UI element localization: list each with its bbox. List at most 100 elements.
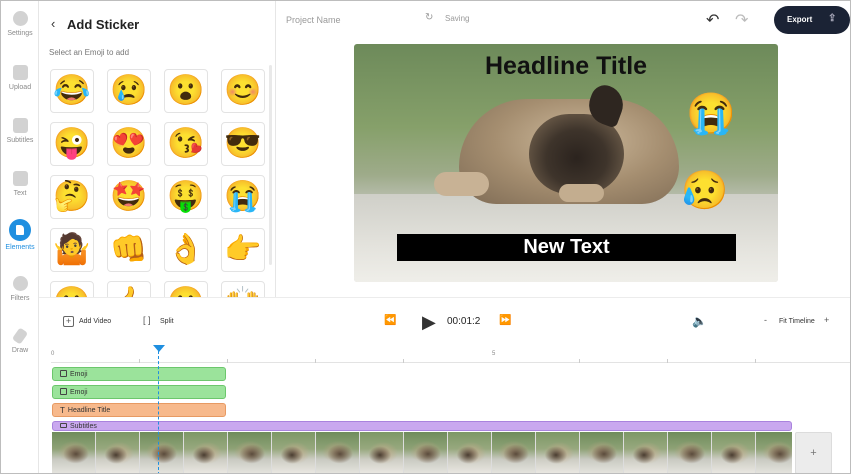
settings-icon — [12, 11, 28, 26]
video-frame-thumbnail — [492, 432, 536, 473]
panel-title: Add Sticker — [67, 17, 140, 32]
sidebar-item-upload[interactable]: Upload — [1, 65, 39, 91]
video-frame-thumbnail — [712, 432, 756, 473]
volume-icon[interactable]: 🔈 — [692, 314, 707, 328]
emoji-option[interactable]: 😜 — [50, 122, 94, 166]
ruler-tick — [139, 359, 140, 363]
add-clip-button[interactable]: + — [795, 432, 832, 473]
filters-icon — [12, 276, 28, 291]
sticker-panel: ‹ Add Sticker Select an Emoji to add 😂 😢 😮… — [39, 1, 276, 297]
zoom-in-button[interactable]: + — [824, 315, 829, 325]
elements-icon — [9, 219, 31, 241]
caption-text[interactable]: New Text — [397, 234, 736, 261]
editor-window: Settings Upload Subtitles Text Elements … — [0, 0, 851, 474]
video-track[interactable] — [52, 432, 792, 473]
emoji-option[interactable]: 😀 — [50, 281, 94, 297]
split-button[interactable]: Split — [160, 318, 174, 325]
current-time: 00:01:2 — [447, 316, 481, 327]
video-frame-thumbnail — [624, 432, 668, 473]
sidebar-item-label: Settings — [7, 30, 33, 37]
sidebar-item-elements[interactable]: Elements — [1, 219, 39, 251]
emoji-option[interactable]: 😭 — [221, 175, 265, 219]
video-frame-thumbnail — [184, 432, 228, 473]
sidebar-item-label: Filters — [10, 295, 30, 302]
track-subtitles[interactable]: Subtitles — [52, 421, 792, 431]
video-frame-thumbnail — [668, 432, 712, 473]
sidebar-item-label: Upload — [8, 84, 32, 91]
emoji-option[interactable]: 😢 — [107, 69, 151, 113]
emoji-option[interactable]: 😍 — [107, 122, 151, 166]
emoji-option[interactable]: 👊 — [107, 228, 151, 272]
ruler-tick — [315, 359, 316, 363]
sidebar-item-subtitles[interactable]: Subtitles — [1, 118, 39, 144]
video-frame-thumbnail — [448, 432, 492, 473]
timeline-ruler[interactable]: 0 5 — [51, 351, 850, 363]
emoji-option[interactable]: 🤑 — [164, 175, 208, 219]
draw-icon — [11, 327, 29, 345]
emoji-option[interactable]: 👉 — [221, 228, 265, 272]
video-frame-thumbnail — [316, 432, 360, 473]
redo-icon[interactable]: ↷ — [735, 10, 748, 30]
sidebar-item-label: Elements — [5, 244, 35, 251]
emoji-option[interactable]: 😊 — [221, 69, 265, 113]
pug-paw — [559, 184, 604, 202]
left-toolbar: Settings Upload Subtitles Text Elements … — [1, 1, 39, 473]
video-frame-thumbnail — [52, 432, 96, 473]
sidebar-item-label: Text — [13, 190, 27, 197]
panel-scrollbar[interactable] — [269, 65, 272, 265]
sidebar-item-label: Subtitles — [6, 137, 34, 144]
video-frame-thumbnail — [404, 432, 448, 473]
emoji-option[interactable]: 😎 — [221, 122, 265, 166]
sidebar-item-text[interactable]: Text — [1, 171, 39, 197]
emoji-option[interactable]: 😮 — [164, 69, 208, 113]
sidebar-item-settings[interactable]: Settings — [1, 11, 39, 37]
add-video-icon[interactable]: + — [63, 316, 74, 327]
emoji-option[interactable]: 😘 — [164, 122, 208, 166]
playhead-handle[interactable] — [153, 345, 165, 352]
back-icon[interactable]: ‹ — [51, 16, 55, 31]
panel-subtitle: Select an Emoji to add — [49, 48, 130, 57]
zoom-out-button[interactable]: - — [764, 315, 767, 325]
forward-icon[interactable]: ⏩ — [499, 315, 511, 326]
sticker-icon — [60, 388, 67, 395]
video-frame-thumbnail — [96, 432, 140, 473]
ruler-tick — [227, 359, 228, 363]
rewind-icon[interactable]: ⏪ — [384, 315, 396, 326]
emoji-option[interactable]: 🙂 — [164, 281, 208, 297]
track-emoji[interactable]: Emoji — [52, 367, 226, 381]
emoji-option[interactable]: 👌 — [164, 228, 208, 272]
saving-status: Saving — [445, 14, 470, 23]
ruler-tick — [579, 359, 580, 363]
play-icon[interactable]: ▶ — [422, 312, 436, 333]
emoji-option[interactable]: 😂 — [50, 69, 94, 113]
ruler-label: 0 — [51, 351, 55, 357]
ruler-tick — [667, 359, 668, 363]
export-button[interactable]: Export ⇪ — [774, 6, 850, 34]
emoji-option[interactable]: 🤩 — [107, 175, 151, 219]
pug-paw — [434, 172, 489, 196]
track-headline[interactable]: T Headline Title — [52, 403, 226, 417]
export-icon: ⇪ — [828, 13, 837, 24]
subtitles-icon — [12, 118, 28, 133]
project-name[interactable]: Project Name — [286, 15, 341, 25]
emoji-option[interactable]: 🤔 — [50, 175, 94, 219]
emoji-option[interactable]: 🙌 — [221, 281, 265, 297]
sidebar-item-filters[interactable]: Filters — [1, 276, 39, 302]
split-icon[interactable]: [ ] — [143, 315, 151, 325]
ruler-label: 5 — [492, 351, 496, 357]
video-frame-thumbnail — [140, 432, 184, 473]
headline-text[interactable]: Headline Title — [354, 52, 778, 81]
track-label: Emoji — [70, 371, 88, 378]
video-canvas[interactable]: Headline Title 😭 😥 New Text — [354, 44, 778, 282]
export-label: Export — [787, 15, 813, 24]
undo-icon[interactable]: ↶ — [706, 10, 719, 30]
track-emoji[interactable]: Emoji — [52, 385, 226, 399]
emoji-sticker-crying[interactable]: 😭 — [686, 94, 736, 134]
emoji-option[interactable]: 👍 — [107, 281, 151, 297]
fit-timeline-button[interactable]: Fit Timeline — [779, 318, 815, 325]
text-icon — [12, 171, 28, 186]
add-video-button[interactable]: Add Video — [79, 318, 111, 325]
emoji-sticker-sad[interactable]: 😥 — [681, 172, 728, 210]
sidebar-item-draw[interactable]: Draw — [1, 327, 39, 354]
emoji-option[interactable]: 🤷 — [50, 228, 94, 272]
